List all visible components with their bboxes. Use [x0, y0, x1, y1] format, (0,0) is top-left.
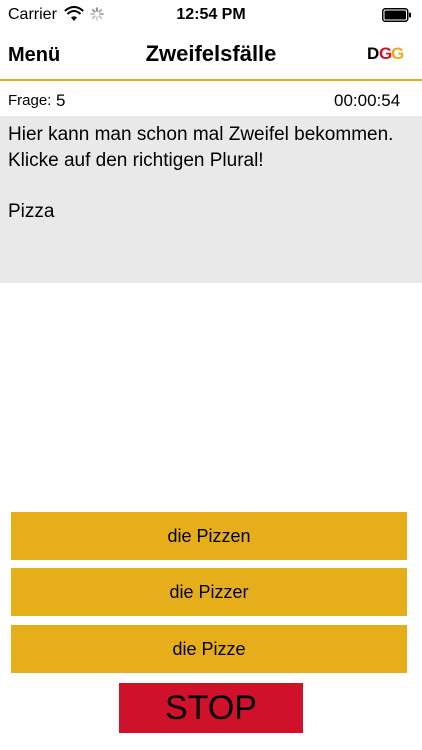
clock-time: 12:54 PM — [176, 6, 246, 23]
stop-button[interactable]: STOP — [119, 683, 303, 733]
status-bar: Carrier 12:54 PM — [0, 0, 422, 30]
question-label: Frage: — [8, 92, 52, 109]
dgg-logo: D G G — [367, 44, 404, 63]
timer: 00:00:54 — [334, 91, 401, 110]
answer-button-3[interactable]: die Pizze — [11, 625, 407, 673]
answer-button-1[interactable]: die Pizzen — [11, 512, 407, 560]
question-number: 5 — [56, 91, 66, 110]
answer-button-2[interactable]: die Pizzer — [11, 568, 407, 616]
svg-text:G: G — [391, 44, 404, 63]
page-title: Zweifelsfälle — [145, 41, 277, 66]
svg-text:D: D — [367, 44, 379, 63]
nav-divider — [0, 79, 422, 81]
question-text: Hier kann man schon mal Zweifel bekommen… — [8, 124, 394, 222]
battery-icon — [382, 8, 411, 22]
